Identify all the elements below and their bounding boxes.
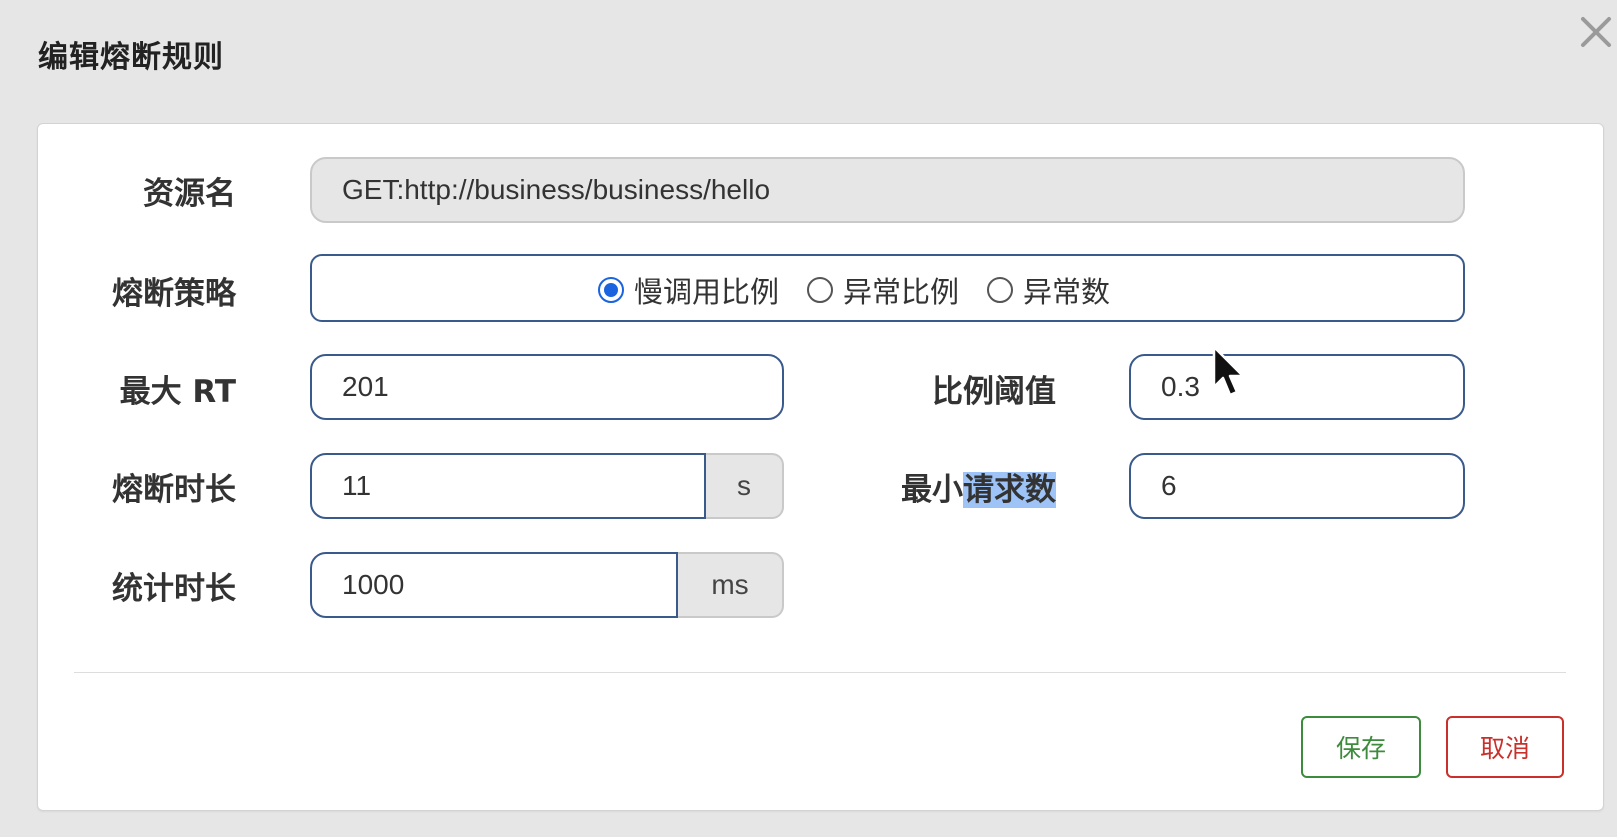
- radio-slow-call-ratio[interactable]: 慢调用比例: [598, 269, 779, 311]
- radio-option-label: 异常数: [1023, 275, 1111, 309]
- selected-text-highlight: 请求数: [963, 472, 1056, 508]
- cancel-button[interactable]: 取消: [1446, 716, 1564, 778]
- stat-duration-input[interactable]: [310, 552, 678, 618]
- close-icon[interactable]: [1578, 14, 1614, 50]
- stat-duration-label: 统计时长: [112, 571, 236, 607]
- dialog-title: 编辑熔断规则: [38, 40, 224, 75]
- strategy-radio-group: 慢调用比例 异常比例 异常数: [598, 270, 1138, 310]
- footer-divider: [74, 672, 1566, 673]
- stat-duration-group: ms: [310, 552, 784, 618]
- strategy-radio-box: 慢调用比例 异常比例 异常数: [310, 254, 1465, 322]
- break-duration-group: s: [310, 453, 784, 519]
- min-request-input[interactable]: [1129, 453, 1465, 519]
- min-request-label: 最小请求数: [860, 470, 1056, 510]
- radio-exception-ratio[interactable]: 异常比例: [807, 269, 959, 311]
- radio-exception-count[interactable]: 异常数: [987, 269, 1110, 311]
- dialog-header: 编辑熔断规则: [0, 0, 1617, 110]
- radio-checked-icon[interactable]: [598, 277, 624, 303]
- break-duration-unit: s: [706, 453, 784, 519]
- min-request-label-part: 最小: [901, 472, 963, 508]
- resource-name-input[interactable]: [310, 157, 1465, 223]
- break-duration-label: 熔断时长: [112, 472, 236, 508]
- max-rt-label: 最大 RT: [119, 374, 236, 410]
- radio-unchecked-icon[interactable]: [987, 277, 1014, 303]
- max-rt-input[interactable]: [310, 354, 784, 420]
- break-duration-input[interactable]: [310, 453, 706, 519]
- resource-name-label: 资源名: [143, 176, 236, 212]
- ratio-threshold-label: 比例阈值: [932, 374, 1056, 410]
- radio-unchecked-icon[interactable]: [807, 277, 834, 303]
- save-button[interactable]: 保存: [1301, 716, 1421, 778]
- stat-duration-unit: ms: [678, 552, 784, 618]
- radio-option-label: 慢调用比例: [634, 275, 780, 309]
- ratio-threshold-input[interactable]: [1129, 354, 1465, 420]
- strategy-label: 熔断策略: [112, 276, 236, 312]
- radio-option-label: 异常比例: [843, 275, 960, 309]
